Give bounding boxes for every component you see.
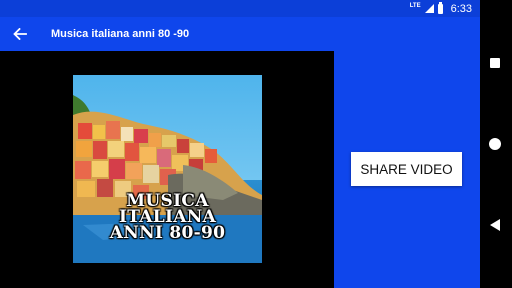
app-screen: LTE 6:33 Musica italiana anni 80 -90 MUS… bbox=[0, 0, 480, 288]
home-circle-icon[interactable] bbox=[489, 138, 501, 150]
battery-icon bbox=[437, 1, 443, 14]
page-title: Musica italiana anni 80 -90 bbox=[51, 28, 190, 40]
clock: 6:33 bbox=[450, 2, 472, 15]
network-type-label: LTE bbox=[409, 2, 421, 9]
status-bar: LTE 6:33 bbox=[0, 0, 480, 17]
signal-icon bbox=[424, 4, 434, 13]
recents-square-icon[interactable] bbox=[490, 58, 500, 68]
app-bar: Musica italiana anni 80 -90 bbox=[0, 17, 480, 51]
arrow-left-icon bbox=[13, 28, 27, 40]
status-icons: LTE 6:33 bbox=[410, 0, 472, 17]
back-triangle-icon[interactable] bbox=[490, 219, 500, 231]
back-button[interactable] bbox=[0, 17, 40, 51]
caption-line: ANNI 80-90 bbox=[109, 223, 226, 243]
video-thumbnail[interactable]: MUSICA ITALIANA ANNI 80-90 bbox=[73, 75, 262, 263]
share-video-button[interactable]: SHARE VIDEO bbox=[351, 152, 462, 186]
thumbnail-caption: MUSICA ITALIANA ANNI 80-90 bbox=[73, 193, 262, 243]
